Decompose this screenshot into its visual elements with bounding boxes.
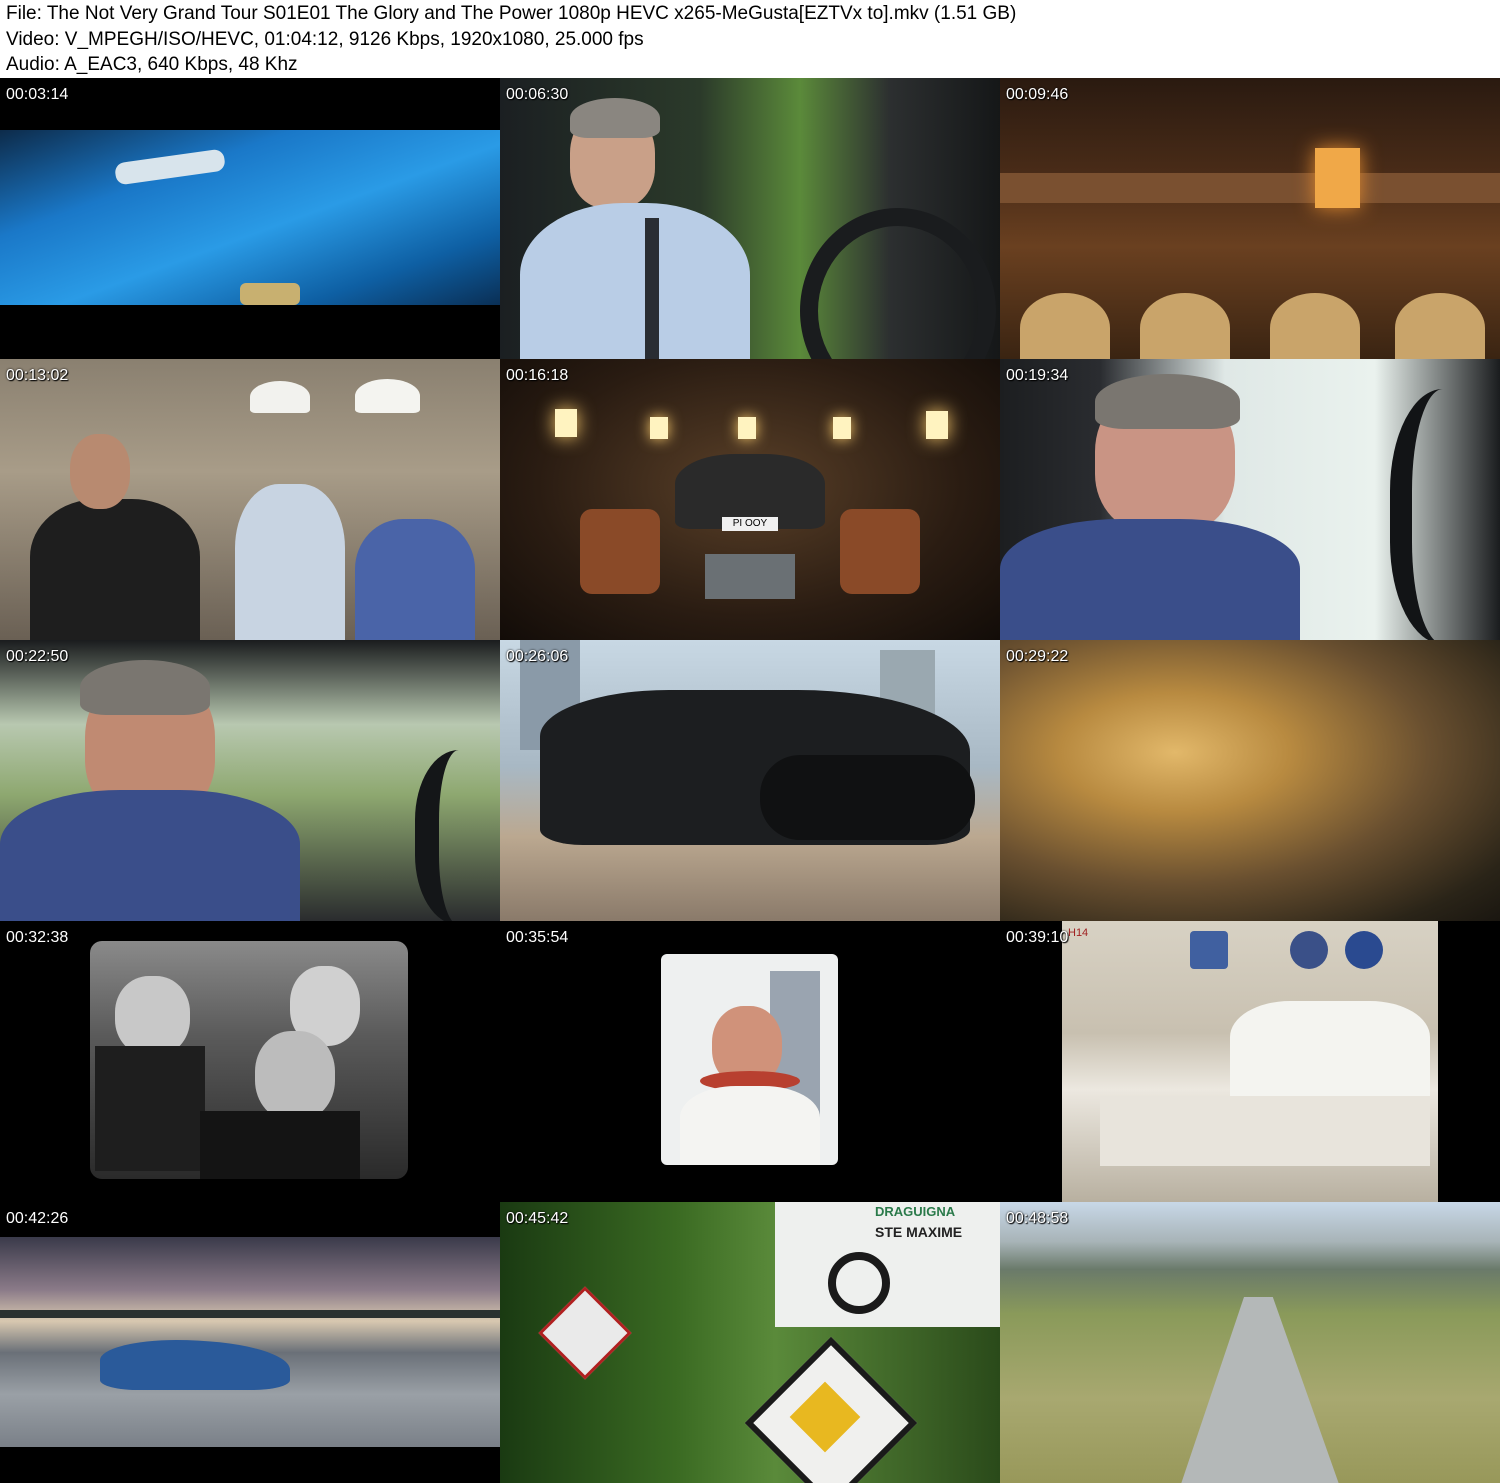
frame-image <box>1000 640 1500 921</box>
hard-hat <box>355 379 420 413</box>
tank-track <box>760 755 975 840</box>
video-info-line: Video: V_MPEGH/ISO/HEVC, 01:04:12, 9126 … <box>6 29 644 50</box>
timestamp: 00:32:38 <box>6 929 69 946</box>
suit <box>95 1046 205 1171</box>
stage-light <box>926 411 948 439</box>
armchair <box>580 509 660 594</box>
thumbnail-derelict-theatre[interactable]: 00:09:46 <box>1000 78 1500 359</box>
thumbnail-driver-closeup[interactable]: 00:19:34 <box>1000 359 1500 640</box>
stage-light <box>650 417 668 439</box>
thumbnail-driver-interior[interactable]: 00:06:30 <box>500 78 1000 359</box>
thumbnail-grid: 00:03:14 00:06:30 00:09:46 00:13:02 PI O… <box>0 78 1500 1483</box>
thumbnail-driver-side[interactable]: 00:22:50 <box>0 640 500 921</box>
headlight <box>240 283 300 305</box>
timestamp: 00:06:30 <box>506 86 569 103</box>
steering-wheel <box>1390 389 1500 640</box>
logo-emblem <box>1345 931 1383 969</box>
timestamp: 00:35:54 <box>506 929 569 946</box>
thumbnail-smoke-particles[interactable]: 00:29:22 <box>1000 640 1500 921</box>
stage-light <box>833 417 851 439</box>
thumbnail-mission-control[interactable]: H14 00:39:10 <box>1000 921 1500 1202</box>
sign-text: DRAGUIGNA <box>875 1204 956 1219</box>
suit <box>200 1111 360 1179</box>
thumbnail-tank-vehicle[interactable]: 00:26:06 <box>500 640 1000 921</box>
horizon-line <box>0 1310 500 1318</box>
timestamp: 00:48:58 <box>1006 1210 1069 1227</box>
timestamp: 00:45:42 <box>506 1210 569 1227</box>
engine-table <box>705 554 795 599</box>
steering-wheel <box>415 750 500 921</box>
arch <box>1140 293 1230 359</box>
hair <box>570 98 660 138</box>
armchair <box>840 509 920 594</box>
timestamp: 00:26:06 <box>506 648 569 665</box>
shirt <box>520 203 750 359</box>
face <box>115 976 190 1056</box>
balcony-rail <box>1000 173 1500 203</box>
stage-light <box>555 409 577 437</box>
check-shirt <box>1000 519 1300 640</box>
wall-label: H14 <box>1068 927 1089 939</box>
thumbnail-airfield-aerial[interactable]: 00:48:58 <box>1000 1202 1500 1483</box>
person-shirt <box>235 484 345 640</box>
timestamp: 00:22:50 <box>6 648 69 665</box>
thumbnail-blue-car-hood[interactable]: 00:03:14 <box>0 78 500 359</box>
file-info-line: File: The Not Very Grand Tour S01E01 The… <box>6 3 1017 24</box>
person-check-shirt <box>355 519 475 640</box>
face <box>255 1031 335 1121</box>
console-desk <box>1100 1096 1430 1166</box>
arch <box>1395 293 1485 359</box>
seatbelt <box>645 218 659 359</box>
check-shirt <box>0 790 300 921</box>
arch <box>1270 293 1360 359</box>
timestamp: 00:29:22 <box>1006 648 1069 665</box>
timestamp: 00:13:02 <box>6 367 69 384</box>
timestamp: 00:39:10 <box>1006 929 1069 946</box>
timestamp: 00:09:46 <box>1006 86 1069 103</box>
timestamp: 00:42:26 <box>6 1210 69 1227</box>
hard-hat <box>250 381 310 413</box>
number-plate: PI OOY <box>722 517 778 531</box>
frame-image <box>0 1237 500 1447</box>
space-suit <box>680 1086 820 1165</box>
thumbnail-hard-hats[interactable]: 00:13:02 <box>0 359 500 640</box>
timestamp: 00:03:14 <box>6 86 69 103</box>
roundabout-symbol <box>828 1252 890 1314</box>
thumbnail-studio-chairs[interactable]: PI OOY 00:16:18 <box>500 359 1000 640</box>
thumbnail-archive-speech[interactable]: 00:32:38 <box>0 921 500 1202</box>
arch <box>1020 293 1110 359</box>
stage-light <box>738 417 756 439</box>
timestamp: 00:19:34 <box>1006 367 1069 384</box>
logo-emblem <box>1290 931 1328 969</box>
timestamp: 00:16:18 <box>506 367 569 384</box>
hair <box>80 660 210 715</box>
hair <box>1095 374 1240 429</box>
logo-emblem <box>1190 931 1228 969</box>
frame-image <box>0 130 500 305</box>
thumbnail-corvette-runway[interactable]: 00:42:26 <box>0 1202 500 1483</box>
thumbnail-road-signs[interactable]: DRAGUIGNA STE MAXIME 00:45:42 <box>500 1202 1000 1483</box>
audio-info-line: Audio: A_EAC3, 640 Kbps, 48 Khz <box>6 54 298 75</box>
thumbnail-astronaut-photo[interactable]: 00:35:54 <box>500 921 1000 1202</box>
info-header: File: The Not Very Grand Tour S01E01 The… <box>0 0 1500 78</box>
sign-text: STE MAXIME <box>875 1224 963 1240</box>
face <box>70 434 130 509</box>
direction-sign <box>775 1202 1000 1327</box>
lamp <box>1315 148 1360 208</box>
person-jacket <box>30 499 200 640</box>
